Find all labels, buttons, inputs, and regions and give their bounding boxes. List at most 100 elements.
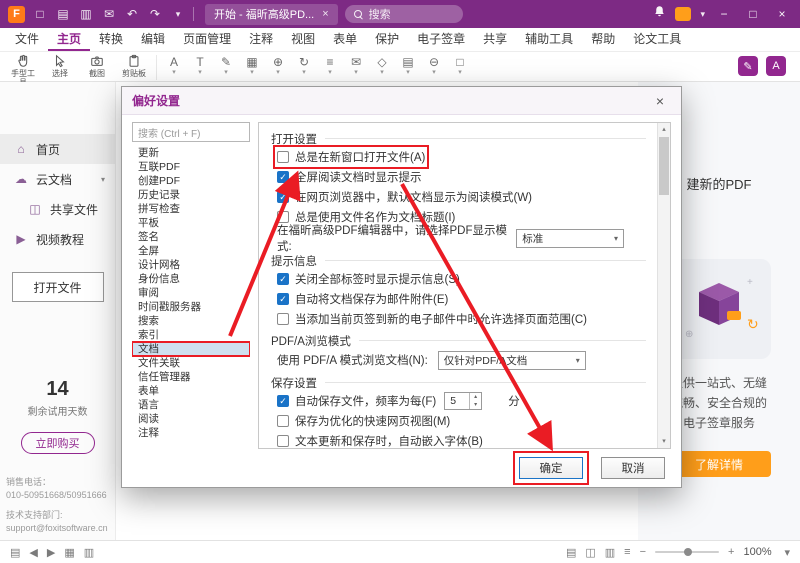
checkbox[interactable] [277,435,289,447]
titlebar-search-input[interactable]: 搜索 [345,5,463,23]
status-tool-icon[interactable]: ▤ [10,546,20,559]
category-list-item[interactable]: 互联PDF [132,160,250,174]
menu-item[interactable]: 共享 [474,28,516,51]
select-tool-button[interactable]: 选择 [45,54,75,78]
status-tool-icon[interactable]: ◀ [29,546,37,559]
sidebar-item[interactable]: ☁ 云文档 ▾ [0,164,115,194]
scroll-down-icon[interactable]: ▾ [658,435,670,448]
notifications-bell-icon[interactable] [653,5,666,23]
checkbox[interactable] [277,171,289,183]
status-tool-icon[interactable]: ▥ [84,546,94,559]
checkbox[interactable] [277,151,289,163]
category-list-item[interactable]: 注释 [132,426,250,440]
view-mode-icon[interactable]: ◫ [585,546,595,559]
preferences-search-input[interactable]: 搜索 (Ctrl + F) [132,122,250,142]
checkbox[interactable] [277,313,289,325]
account-chevron-icon[interactable]: ▾ [700,9,705,20]
status-tool-icon[interactable]: ▶ [47,546,55,559]
menu-item[interactable]: 电子签章 [408,28,474,51]
pdf-display-mode-select[interactable]: 标准 ▾ [516,229,624,248]
category-list-item[interactable]: 平板 [132,216,250,230]
accent-tool-icon[interactable]: A [766,56,786,76]
buy-now-button[interactable]: 立即购买 [21,432,95,454]
category-list-item[interactable]: 更新 [132,146,250,160]
minimize-button[interactable]: − [714,7,734,21]
stepper-down-icon[interactable]: ▾ [470,401,481,409]
zoom-in-button[interactable]: + [728,546,734,558]
category-list-item[interactable]: 文件关联 [132,356,250,370]
category-list-item[interactable]: 身份信息 [132,272,250,286]
ok-button[interactable]: 确定 [519,457,583,479]
category-list-item[interactable]: 签名 [132,230,250,244]
category-list-item[interactable]: 文档 [132,342,250,356]
category-list-item[interactable]: 设计网格 [132,258,250,272]
sidebar-item[interactable]: ◫ 共享文件 ▾ [0,194,115,224]
stepper-up-icon[interactable]: ▴ [470,393,481,401]
account-icon[interactable] [675,7,691,21]
menu-item[interactable]: 注释 [240,28,282,51]
scrollbar-thumb[interactable] [659,137,669,195]
redo-icon[interactable]: ↷ [147,7,163,21]
learn-more-button[interactable]: 了解详情 [667,451,771,477]
support-email[interactable]: support@foxitsoftware.cn [6,522,115,535]
menu-item[interactable]: 文件 [6,28,48,51]
menu-item[interactable]: 转换 [90,28,132,51]
menu-item[interactable]: 表单 [324,28,366,51]
menu-item[interactable]: 辅助工具 [516,28,582,51]
print-icon[interactable]: ▥ [78,7,94,21]
zoom-level[interactable]: 100% [743,546,775,558]
category-list-item[interactable]: 审阅 [132,286,250,300]
scroll-up-icon[interactable]: ▴ [658,123,670,136]
menu-item[interactable]: 帮助 [582,28,624,51]
toolbar-tool-icon[interactable]: ⊖ ▾ [424,54,444,76]
toolbar-tool-icon[interactable]: ◇ ▾ [372,54,392,76]
autosave-interval-stepper[interactable]: 5 ▴ ▾ [444,392,482,410]
toolbar-tool-icon[interactable]: ✎ ▾ [216,54,236,76]
checkbox[interactable] [277,191,289,203]
undo-icon[interactable]: ↶ [124,7,140,21]
toolbar-tool-icon[interactable]: ✉ ▾ [346,54,366,76]
category-list-item[interactable]: 历史记录 [132,188,250,202]
document-tab[interactable]: 开始 - 福昕高级PD... × [205,4,338,25]
checkbox[interactable] [277,293,289,305]
checkbox[interactable] [277,273,289,285]
cancel-button[interactable]: 取消 [601,457,665,479]
toolbar-tool-icon[interactable]: □ ▾ [450,54,470,76]
category-list-item[interactable]: 时间戳服务器 [132,300,250,314]
autosave-interval-value[interactable]: 5 [445,393,469,409]
zoom-slider-knob[interactable] [684,548,692,556]
menu-item[interactable]: 主页 [48,28,90,51]
category-list-item[interactable]: 拼写检查 [132,202,250,216]
zoom-slider[interactable] [655,551,719,553]
zoom-chevron-icon[interactable]: ▾ [784,546,790,559]
tab-close-icon[interactable]: × [322,8,328,20]
category-list-item[interactable]: 语言 [132,398,250,412]
toolbar-tool-icon[interactable]: A ▾ [164,54,184,76]
menu-item[interactable]: 编辑 [132,28,174,51]
email-icon[interactable]: ✉ [101,7,117,21]
dialog-scrollbar[interactable]: ▴ ▾ [657,123,670,448]
accent-tool-icon[interactable]: ✎ [738,56,758,76]
toolbar-tool-icon[interactable]: ⊕ ▾ [268,54,288,76]
menu-item[interactable]: 论文工具 [624,28,690,51]
status-tool-icon[interactable]: ▦ [64,546,74,559]
menu-item[interactable]: 页面管理 [174,28,240,51]
clipboard-tool-button[interactable]: 剪贴板 [119,54,149,78]
save-icon[interactable]: ▤ [55,7,71,21]
category-list-item[interactable]: 信任管理器 [132,370,250,384]
quick-access-chevron-icon[interactable]: ▾ [170,9,186,20]
view-mode-icon[interactable]: ▥ [605,546,615,559]
autosave-checkbox[interactable] [277,395,289,407]
chevron-down-icon[interactable]: ▾ [101,175,105,184]
toolbar-tool-icon[interactable]: T ▾ [190,54,210,76]
view-mode-icon[interactable]: ≡ [624,546,630,559]
category-list-item[interactable]: 阅读 [132,412,250,426]
snapshot-tool-button[interactable]: 截图 [82,54,112,78]
menu-item[interactable]: 保护 [366,28,408,51]
category-list-item[interactable]: 搜索 [132,314,250,328]
maximize-button[interactable]: □ [743,7,763,21]
toolbar-tool-icon[interactable]: ▤ ▾ [398,54,418,76]
view-mode-icon[interactable]: ▤ [566,546,576,559]
close-button[interactable]: × [772,7,792,21]
toolbar-tool-icon[interactable]: ↻ ▾ [294,54,314,76]
